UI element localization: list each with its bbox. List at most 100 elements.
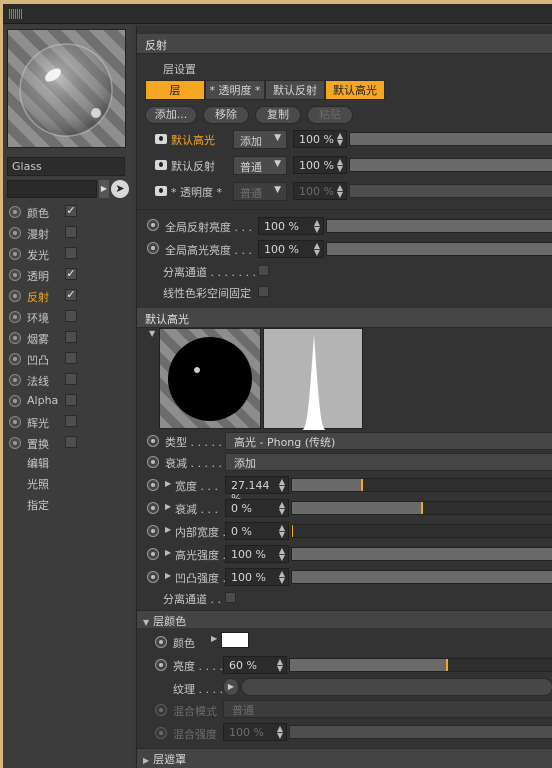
channel-radio[interactable] bbox=[9, 311, 21, 323]
channel-radio[interactable] bbox=[9, 332, 21, 344]
global-reflect-input[interactable]: 100 % ▲ ▼ bbox=[258, 217, 324, 235]
grip-icon[interactable] bbox=[9, 9, 23, 19]
channel-checkbox[interactable] bbox=[65, 310, 77, 322]
extra-item[interactable]: 编辑 bbox=[27, 455, 49, 471]
channel-item[interactable]: Alpha bbox=[9, 391, 131, 411]
param-input[interactable]: 0 % ▲ ▼ bbox=[225, 499, 289, 517]
expand-triangle-icon[interactable]: ▶ bbox=[165, 571, 171, 580]
channel-item[interactable]: 透明 ✓ bbox=[9, 265, 131, 285]
eye-icon[interactable] bbox=[155, 186, 167, 196]
layer-value-input[interactable]: 100 % ▲ ▼ bbox=[293, 130, 347, 148]
param-radio[interactable] bbox=[147, 571, 159, 583]
channel-item[interactable]: 凹凸 bbox=[9, 349, 131, 369]
texture-arrow-icon[interactable]: ▶ bbox=[223, 678, 239, 696]
tab-default-reflection[interactable]: 默认反射 bbox=[265, 80, 325, 100]
title-bar[interactable] bbox=[3, 4, 552, 24]
color-swatch[interactable] bbox=[221, 632, 249, 648]
channel-radio[interactable] bbox=[9, 353, 21, 365]
channel-item[interactable]: 置换 bbox=[9, 433, 131, 453]
layer-value-slider[interactable] bbox=[349, 132, 552, 146]
channel-radio[interactable] bbox=[9, 437, 21, 449]
global-spec-radio[interactable] bbox=[147, 242, 159, 254]
expand-triangle-icon[interactable]: ▶ bbox=[165, 548, 171, 557]
collapse-triangle-icon[interactable]: ▼ bbox=[149, 329, 155, 338]
extra-item[interactable]: 指定 bbox=[27, 497, 49, 513]
channel-radio[interactable] bbox=[9, 416, 21, 428]
channel-checkbox[interactable] bbox=[65, 394, 77, 406]
blend-strength-radio[interactable] bbox=[155, 727, 167, 739]
separate-pass-checkbox[interactable] bbox=[258, 265, 269, 276]
channel-item[interactable]: 烟雾 bbox=[9, 328, 131, 348]
param-slider[interactable] bbox=[291, 524, 552, 538]
eye-icon[interactable] bbox=[155, 134, 167, 144]
add-layer-button[interactable]: 添加... bbox=[145, 106, 197, 124]
channel-item[interactable]: 法线 bbox=[9, 370, 131, 390]
blend-mode-radio[interactable] bbox=[155, 704, 167, 716]
channel-item[interactable]: 环境 bbox=[9, 307, 131, 327]
texture-field[interactable] bbox=[241, 678, 552, 696]
param-slider[interactable] bbox=[291, 547, 552, 561]
channel-checkbox[interactable] bbox=[65, 226, 77, 238]
brightness-input[interactable]: 60 % ▲ ▼ bbox=[223, 656, 287, 674]
material-preview[interactable] bbox=[7, 29, 126, 148]
channel-radio[interactable] bbox=[9, 248, 21, 260]
channel-checkbox[interactable] bbox=[65, 373, 77, 385]
param-radio[interactable] bbox=[147, 525, 159, 537]
channel-radio[interactable] bbox=[9, 374, 21, 386]
param-input[interactable]: 100 % ▲ ▼ bbox=[225, 568, 289, 586]
layer-value-input[interactable]: 100 % ▲ ▼ bbox=[293, 182, 347, 200]
param-slider[interactable] bbox=[291, 501, 552, 515]
channel-checkbox[interactable] bbox=[65, 436, 77, 448]
channel-checkbox[interactable] bbox=[65, 331, 77, 343]
channel-checkbox[interactable]: ✓ bbox=[65, 205, 77, 217]
param-radio[interactable] bbox=[147, 548, 159, 560]
blend-strength-slider[interactable] bbox=[289, 725, 552, 739]
param-slider[interactable] bbox=[291, 570, 552, 584]
global-reflect-slider[interactable] bbox=[326, 219, 552, 233]
brightness-radio[interactable] bbox=[155, 659, 167, 671]
layer-mask-header[interactable]: ▶ 层遮罩 bbox=[137, 748, 552, 768]
layer-value-slider[interactable] bbox=[349, 158, 552, 172]
layer-value-slider[interactable] bbox=[349, 184, 552, 198]
extra-item[interactable]: 光照 bbox=[27, 476, 49, 492]
layer-mode-dropdown[interactable]: 添加 ▼ bbox=[233, 130, 287, 149]
param-radio[interactable] bbox=[147, 479, 159, 491]
param-input[interactable]: 100 % ▲ ▼ bbox=[225, 545, 289, 563]
param-radio[interactable] bbox=[147, 502, 159, 514]
channel-checkbox[interactable] bbox=[65, 415, 77, 427]
section-reflect-header[interactable]: 反射 bbox=[137, 34, 552, 54]
global-reflect-radio[interactable] bbox=[147, 219, 159, 231]
expand-triangle-icon[interactable]: ▶ bbox=[211, 634, 217, 643]
section-spec-header[interactable]: 默认高光 bbox=[137, 308, 552, 328]
material-name-field[interactable]: Glass bbox=[7, 157, 125, 176]
tab-transparency[interactable]: * 透明度 * bbox=[205, 80, 265, 100]
expand-triangle-icon[interactable]: ▶ bbox=[165, 525, 171, 534]
channel-radio[interactable] bbox=[9, 206, 21, 218]
blend-mode-dropdown[interactable]: 普通 bbox=[223, 700, 552, 718]
channel-checkbox[interactable] bbox=[65, 352, 77, 364]
spec-separate-pass-checkbox[interactable] bbox=[225, 592, 236, 603]
channel-radio[interactable] bbox=[9, 269, 21, 281]
channel-radio[interactable] bbox=[9, 395, 21, 407]
channel-item[interactable]: 漫射 bbox=[9, 223, 131, 243]
layer-mode-dropdown[interactable]: 普通 ▼ bbox=[233, 156, 287, 175]
channel-checkbox[interactable]: ✓ bbox=[65, 268, 77, 280]
channel-checkbox[interactable] bbox=[65, 247, 77, 259]
blend-strength-input[interactable]: 100 % ▲ ▼ bbox=[223, 723, 287, 741]
expand-triangle-icon[interactable]: ▶ bbox=[165, 502, 171, 511]
channel-radio[interactable] bbox=[9, 290, 21, 302]
tab-layer[interactable]: 层 bbox=[145, 80, 205, 100]
param-slider[interactable] bbox=[291, 478, 552, 492]
copy-layer-button[interactable]: 复制 bbox=[255, 106, 301, 124]
channel-item[interactable]: 颜色 ✓ bbox=[9, 202, 131, 222]
expand-triangle-icon[interactable]: ▶ bbox=[165, 479, 171, 488]
linear-color-checkbox[interactable] bbox=[258, 286, 269, 297]
layer-color-radio[interactable] bbox=[155, 636, 167, 648]
spec-atten-radio[interactable] bbox=[147, 456, 159, 468]
layer-value-input[interactable]: 100 % ▲ ▼ bbox=[293, 156, 347, 174]
layer-color-header[interactable]: ▼ 层颜色 bbox=[137, 610, 552, 628]
spec-type-dropdown[interactable]: 高光 - Phong (传统) bbox=[225, 432, 552, 450]
param-input[interactable]: 27.144 %▲▼ bbox=[225, 476, 289, 505]
channel-item[interactable]: 辉光 bbox=[9, 412, 131, 432]
channel-checkbox[interactable]: ✓ bbox=[65, 289, 77, 301]
